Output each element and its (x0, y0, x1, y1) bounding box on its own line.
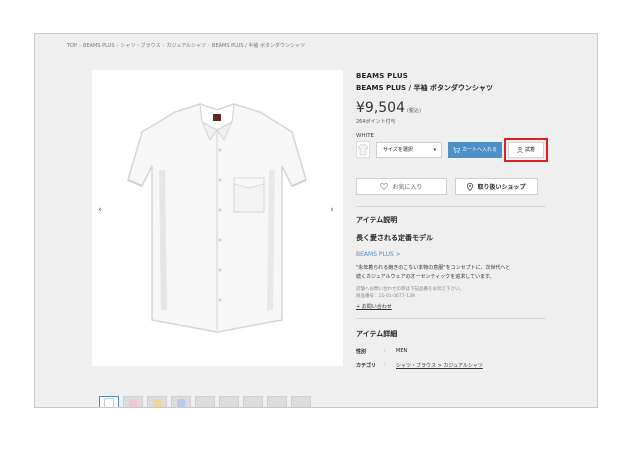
product-brand: BEAMS PLUS (356, 72, 409, 80)
description-title: アイテム説明 (356, 216, 398, 224)
page-frame: TOP › BEAMS PLUS › シャツ・ブラウス › カジュアルシャツ › BEAMS P… (34, 33, 598, 408)
breadcrumb-subcategory[interactable]: カジュアルシャツ (167, 43, 207, 49)
thumbnail[interactable] (123, 396, 143, 407)
thumbnail-swatch (129, 399, 137, 407)
chevron-left-icon[interactable]: ‹ (95, 205, 105, 215)
size-select-label: サイズを選択 (383, 147, 413, 153)
points-label: 264ポイント付与 (356, 119, 396, 125)
thumbnail-swatch (177, 399, 185, 407)
detail-key: 性別 (356, 349, 367, 355)
location-pin-icon (467, 182, 474, 191)
thumbnail[interactable] (99, 396, 119, 407)
detail-key: カテゴリ (356, 363, 377, 369)
contact-link[interactable]: + お問い合わせ (356, 303, 546, 310)
thumbnail-swatch (104, 398, 114, 407)
product-info: BEAMS PLUS BEAMS PLUS / 半袖 ボタンダウンシャツ ¥9,… (356, 72, 548, 369)
favorite-label: お気に入り (392, 184, 423, 191)
detail-row-gender: 性別: MEN (356, 348, 546, 355)
breadcrumb-current: BEAMS PLUS / 半袖 ボタンダウンシャツ (212, 43, 305, 49)
breadcrumb-brand[interactable]: BEAMS PLUS (83, 43, 114, 49)
description-body: "永年着られる飽きのこない本物の意服"をコンセプトに、次世代へと 続くカジュアル… (356, 264, 546, 282)
details-title: アイテム詳細 (356, 330, 398, 338)
person-icon (517, 146, 523, 153)
thumbnail[interactable] (171, 396, 191, 407)
purchase-row: サイズを選択 ▾ カートへ入れる 試着 (356, 137, 548, 162)
thumbnail[interactable] (267, 396, 287, 407)
thumbnail-swatch (153, 399, 161, 407)
color-label: WHITE (356, 133, 375, 139)
heart-icon (380, 183, 389, 190)
breadcrumb-category[interactable]: シャツ・ブラウス (121, 43, 161, 49)
note-line: 店舗へお問い合わせの際は下記品番をお伝え下さい。 (356, 287, 464, 292)
category-link[interactable]: シャツ・ブラウス > カジュアルシャツ (396, 362, 483, 369)
product-image[interactable] (92, 70, 343, 366)
try-on-button[interactable]: 試着 (504, 137, 548, 162)
thumbnail[interactable] (219, 396, 239, 407)
try-on-label: 試着 (524, 147, 535, 153)
color-swatch[interactable] (356, 141, 370, 158)
description-note: 店舗へお問い合わせの際は下記品番をお伝え下さい。 商品番号：11-01-0677… (356, 286, 546, 300)
cart-icon (452, 146, 460, 153)
add-to-cart-label: カートへ入れる (461, 147, 497, 153)
divider (356, 318, 546, 319)
size-select[interactable]: サイズを選択 ▾ (376, 141, 442, 158)
breadcrumb: TOP › BEAMS PLUS › シャツ・ブラウス › カジュアルシャツ › BEAMS P… (67, 43, 305, 49)
description-line: 続くカジュアルウェアのオーセンティックを追求しています。 (356, 274, 495, 280)
shop-finder-button[interactable]: 取り扱いショップ (455, 178, 538, 195)
thumbnail[interactable] (147, 396, 167, 407)
favorite-button[interactable]: お気に入り (356, 178, 447, 195)
detail-separator: : (384, 348, 386, 354)
product-name: BEAMS PLUS / 半袖 ボタンダウンシャツ (356, 84, 493, 92)
thumbnail-strip (99, 396, 311, 407)
thumbnail[interactable] (195, 396, 215, 407)
shirt-image (127, 103, 307, 333)
thumbnail[interactable] (291, 396, 311, 407)
action-row: お気に入り 取り扱いショップ (356, 178, 546, 195)
chevron-down-icon: ▾ (433, 146, 436, 153)
add-to-cart-button[interactable]: カートへ入れる (448, 141, 502, 158)
thumbnail[interactable] (243, 396, 263, 407)
price-value: ¥9,504 (356, 100, 405, 116)
shirt-icon (358, 143, 368, 155)
detail-value: MEN (396, 348, 408, 354)
product-number: 商品番号：11-01-0677-139 (356, 294, 415, 299)
description-catch: 長く愛される定番モデル (356, 234, 433, 242)
detail-separator: : (384, 362, 386, 368)
product-price: ¥9,504 (税込) (356, 100, 546, 116)
detail-row-category: カテゴリ: シャツ・ブラウス > カジュアルシャツ (356, 362, 546, 369)
brand-link[interactable]: BEAMS PLUS > (356, 251, 546, 258)
divider (356, 206, 546, 207)
tax-label: (税込) (407, 108, 421, 114)
chevron-right-icon[interactable]: › (327, 205, 337, 215)
description-line: "永年着られる飽きのこない本物の意服"をコンセプトに、次世代へと (356, 265, 511, 271)
breadcrumb-top[interactable]: TOP (67, 43, 77, 49)
shop-finder-label: 取り扱いショップ (477, 184, 526, 191)
